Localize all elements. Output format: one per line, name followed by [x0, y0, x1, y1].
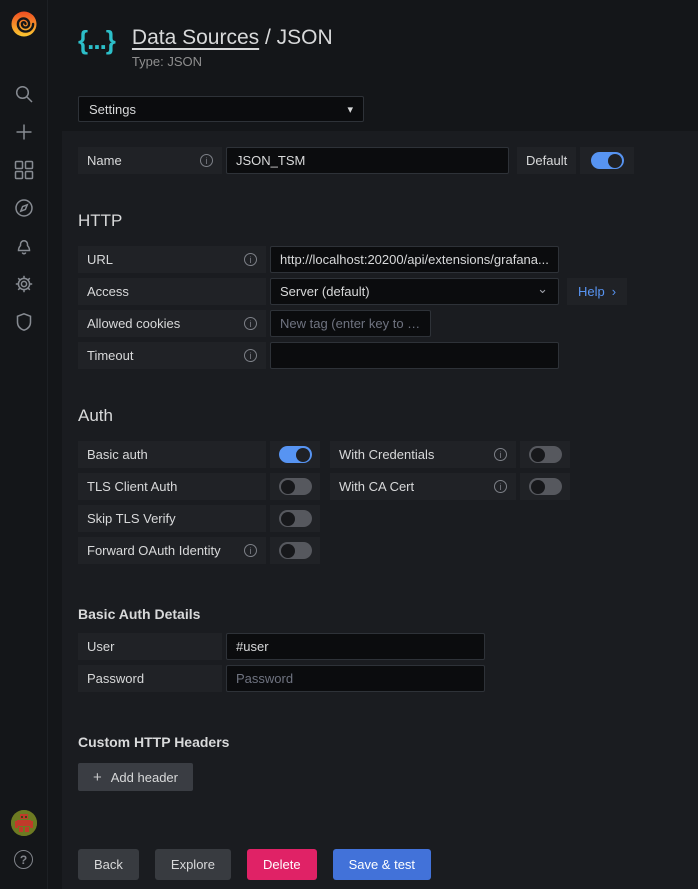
basic-auth-label: Basic auth: [78, 441, 266, 468]
user-row: User: [78, 633, 682, 660]
password-row: Password: [78, 665, 682, 692]
dashboards-icon[interactable]: [14, 160, 34, 180]
with-ca-cert-toggle[interactable]: [520, 473, 570, 500]
settings-tab-select-value: Settings: [89, 102, 136, 117]
url-input[interactable]: [270, 246, 559, 273]
sidebar-bottom: [11, 810, 37, 889]
alerting-bell-icon[interactable]: [14, 236, 34, 256]
user-label: User: [78, 633, 222, 660]
with-credentials-label: With Credentials: [330, 441, 516, 468]
url-info-icon[interactable]: [244, 253, 257, 266]
back-button[interactable]: Back: [78, 849, 139, 880]
tls-client-auth-toggle[interactable]: [270, 473, 320, 500]
action-buttons: Back Explore Delete Save & test: [78, 849, 682, 880]
add-icon[interactable]: [14, 122, 34, 142]
with-credentials-toggle[interactable]: [520, 441, 570, 468]
forward-oauth-label: Forward OAuth Identity: [78, 537, 266, 564]
password-input[interactable]: [226, 665, 485, 692]
forward-oauth-toggle[interactable]: [270, 537, 320, 564]
custom-headers-title: Custom HTTP Headers: [78, 734, 682, 750]
breadcrumb: Data Sources / JSON: [132, 26, 333, 50]
basic-auth-toggle[interactable]: [270, 441, 320, 468]
default-toggle[interactable]: [580, 147, 634, 174]
timeout-input[interactable]: [270, 342, 559, 369]
grafana-logo-icon[interactable]: [8, 8, 40, 40]
explore-button[interactable]: Explore: [155, 849, 231, 880]
skip-tls-verify-toggle[interactable]: [270, 505, 320, 532]
timeout-label: Timeout: [78, 342, 266, 369]
user-input[interactable]: [226, 633, 485, 660]
save-and-test-button[interactable]: Save & test: [333, 849, 431, 880]
password-label: Password: [78, 665, 222, 692]
allowed-cookies-tag-input[interactable]: [270, 310, 431, 337]
timeout-info-icon[interactable]: [244, 349, 257, 362]
access-select[interactable]: Server (default): [270, 278, 559, 305]
server-admin-shield-icon[interactable]: [14, 312, 34, 332]
datasource-type-subtitle: Type: JSON: [132, 54, 333, 69]
breadcrumb-data-sources-link[interactable]: Data Sources: [132, 26, 259, 49]
json-datasource-icon: {...}: [78, 26, 115, 69]
skip-tls-verify-label: Skip TLS Verify: [78, 505, 266, 532]
search-icon[interactable]: [14, 84, 34, 104]
sidebar: [0, 0, 48, 889]
page-header: {...} Data Sources / JSON Type: JSON: [48, 0, 698, 69]
user-avatar[interactable]: [11, 810, 37, 836]
with-ca-cert-info-icon[interactable]: [494, 480, 507, 493]
url-row: URL: [78, 246, 682, 273]
with-ca-cert-label: With CA Cert: [330, 473, 516, 500]
access-label: Access: [78, 278, 266, 305]
configuration-gear-icon[interactable]: [14, 274, 34, 294]
allowed-cookies-info-icon[interactable]: [244, 317, 257, 330]
settings-tab-select[interactable]: Settings: [78, 96, 364, 122]
tls-client-auth-label: TLS Client Auth: [78, 473, 266, 500]
settings-panel: Name Default HTTP URL Access: [62, 131, 698, 889]
auth-row-2: TLS Client Auth With CA Cert: [78, 473, 682, 500]
url-label: URL: [78, 246, 266, 273]
breadcrumb-current: JSON: [277, 26, 333, 49]
auth-row-3: Skip TLS Verify: [78, 505, 682, 532]
plus-icon: [93, 769, 102, 786]
name-row: Name Default: [78, 147, 682, 174]
name-label: Name: [78, 147, 222, 174]
delete-button[interactable]: Delete: [247, 849, 317, 880]
sidebar-nav: [14, 84, 34, 332]
name-info-icon[interactable]: [200, 154, 213, 167]
add-header-button[interactable]: Add header: [78, 763, 193, 791]
explore-compass-icon[interactable]: [14, 198, 34, 218]
auth-row-4: Forward OAuth Identity: [78, 537, 682, 564]
access-row: Access Server (default) Help: [78, 278, 682, 305]
help-icon[interactable]: [14, 850, 33, 869]
allowed-cookies-row: Allowed cookies: [78, 310, 682, 337]
main-content: {...} Data Sources / JSON Type: JSON Set…: [48, 0, 698, 889]
name-input[interactable]: [226, 147, 509, 174]
allowed-cookies-label: Allowed cookies: [78, 310, 266, 337]
with-credentials-info-icon[interactable]: [494, 448, 507, 461]
access-select-value: Server (default): [280, 284, 370, 299]
timeout-row: Timeout: [78, 342, 682, 369]
http-section-title: HTTP: [78, 211, 682, 231]
forward-oauth-info-icon[interactable]: [244, 544, 257, 557]
basic-auth-details-title: Basic Auth Details: [78, 606, 682, 622]
default-label: Default: [517, 147, 576, 174]
breadcrumb-separator: /: [259, 26, 277, 49]
auth-section-title: Auth: [78, 406, 682, 426]
access-help-button[interactable]: Help: [567, 278, 627, 305]
auth-row-1: Basic auth With Credentials: [78, 441, 682, 468]
